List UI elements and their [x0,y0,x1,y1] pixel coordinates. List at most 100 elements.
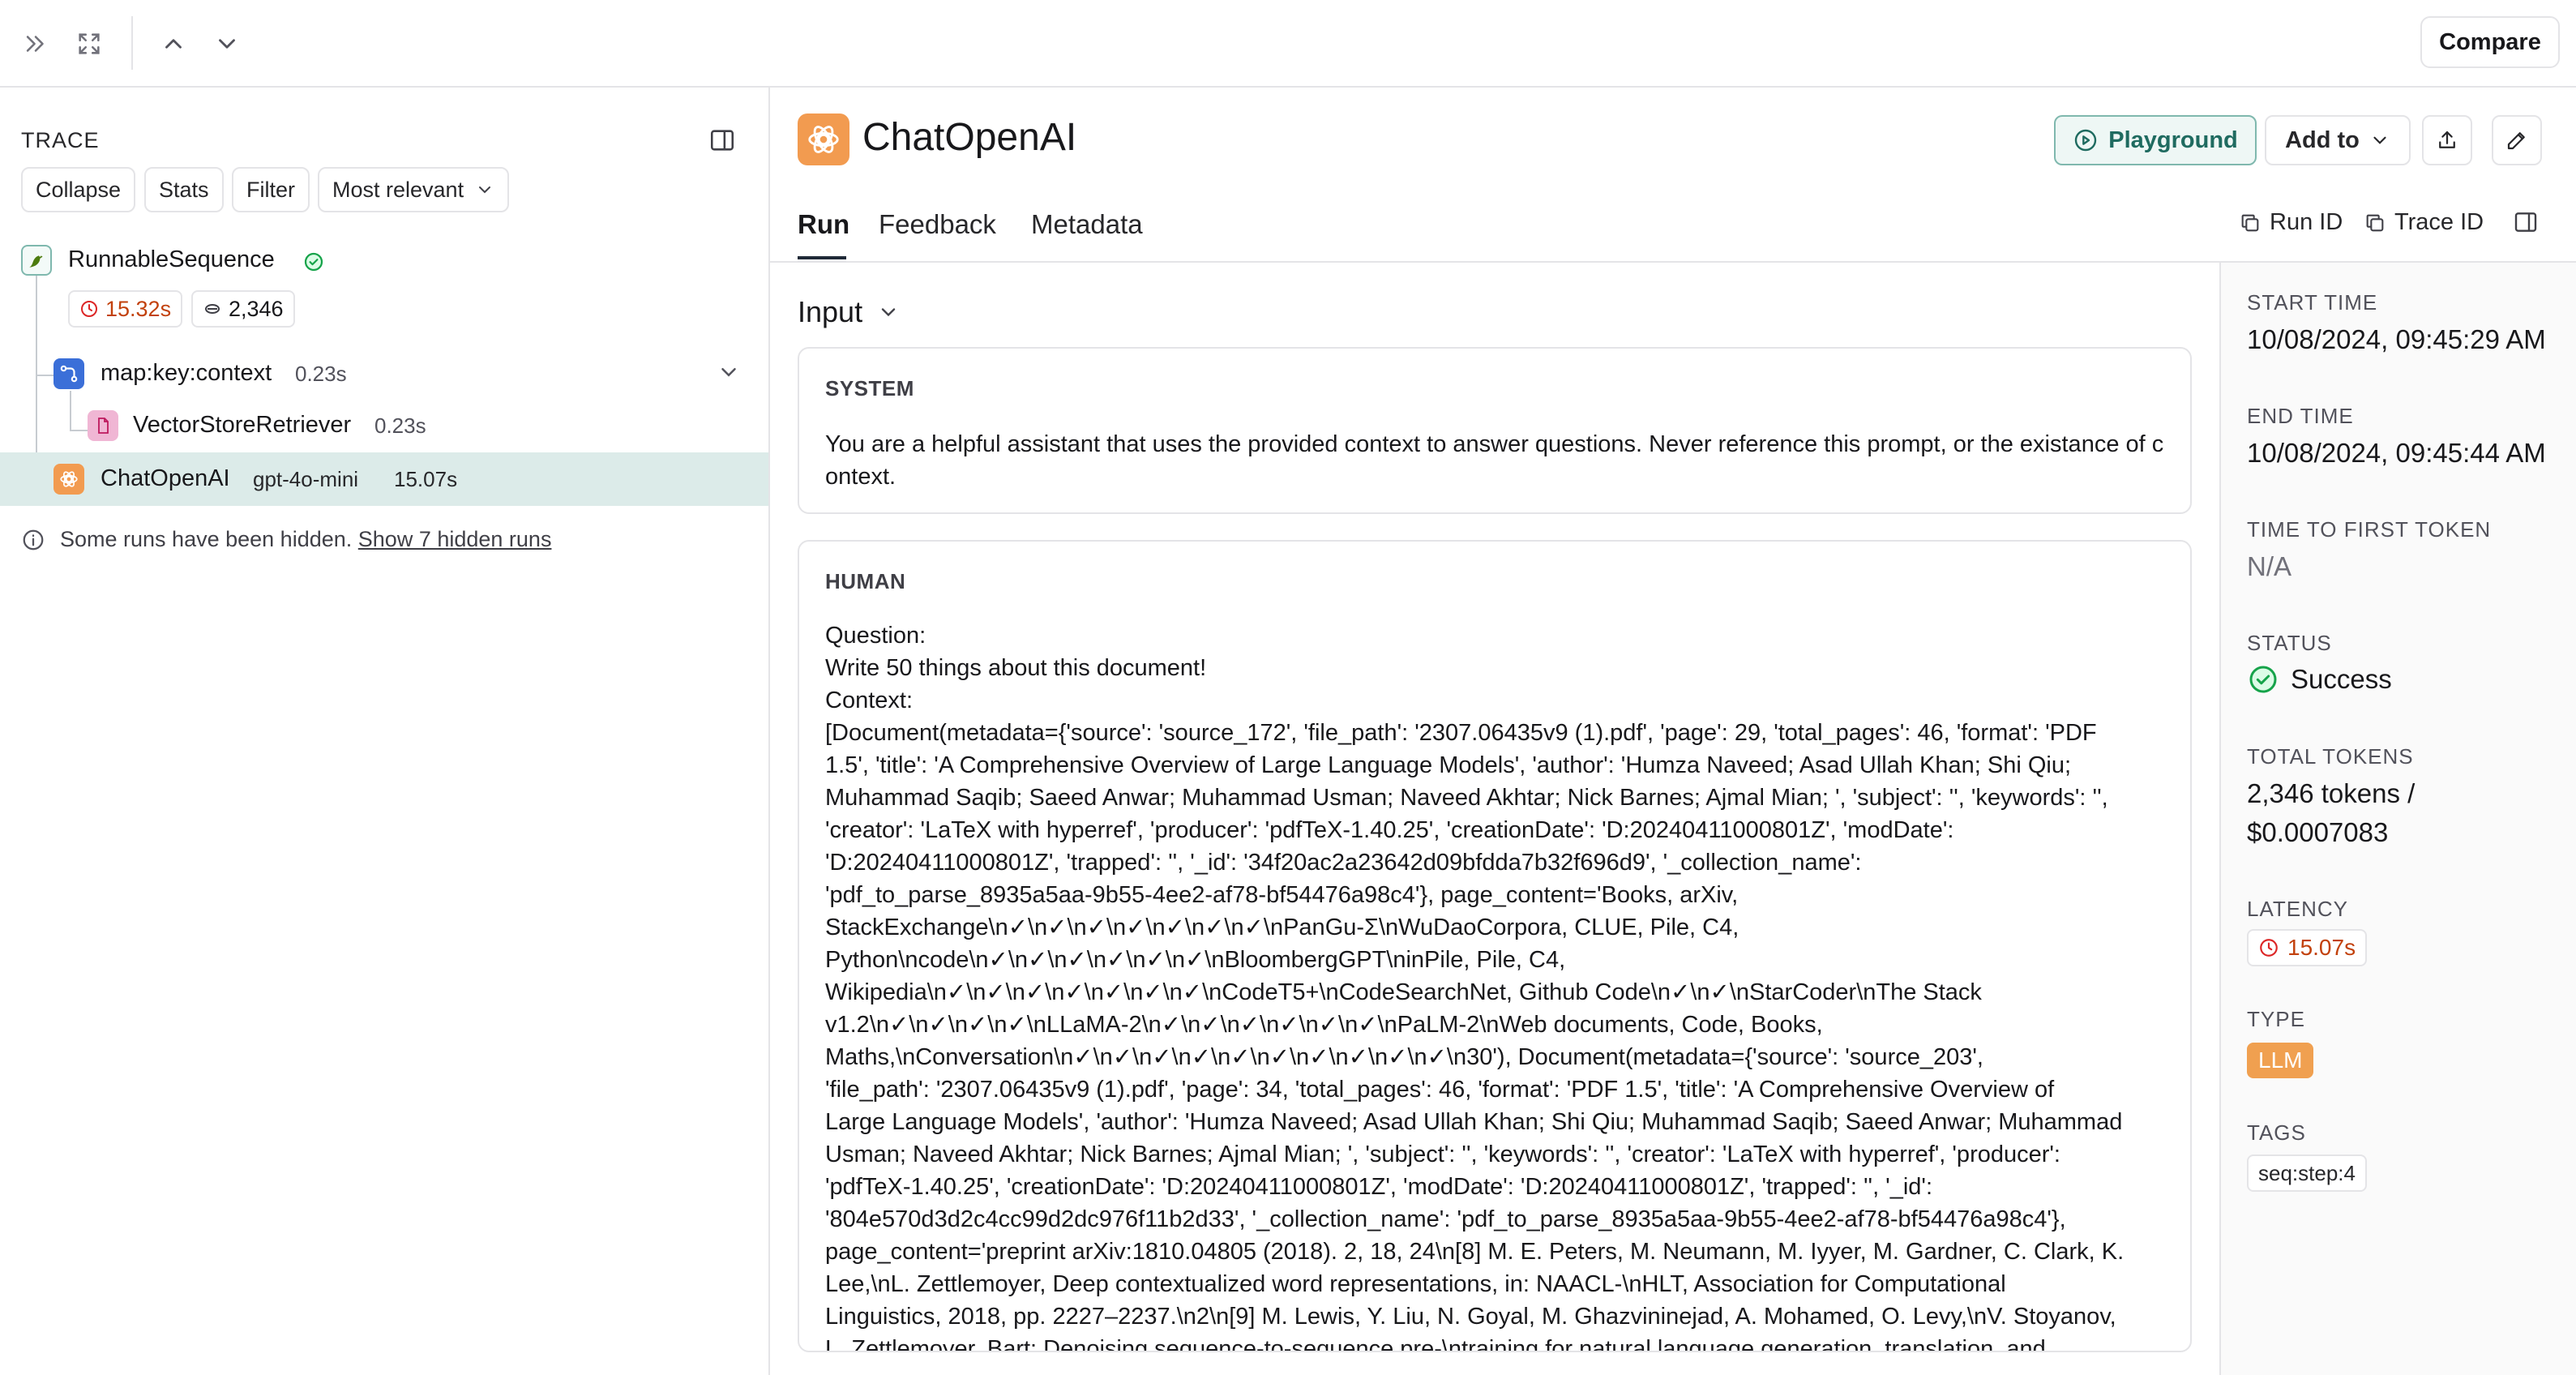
edit-button[interactable] [2492,115,2542,165]
human-message-line: 'pdfTeX-1.40.25', 'creationDate': 'D:202… [825,1174,1933,1200]
start-time-label: START TIME [2247,290,2378,315]
trace-id-label: Trace ID [2394,209,2484,235]
end-time-label: END TIME [2247,404,2354,428]
system-role-label: SYSTEM [825,376,914,401]
human-message-line: Wikipedia\n✓\n✓\n✓\n✓\n✓\n✓\n✓\nCodeT5+\… [825,979,1982,1005]
node-runnable-sequence[interactable]: RunnableSequence [68,246,275,273]
openai-logo-icon [798,114,849,165]
chevron-down-icon[interactable] [208,24,246,63]
human-message-line: Lee,\nL. Zettlemoyer, Deep contextualize… [825,1271,2006,1297]
status-text: Success [2291,664,2392,694]
system-message-card: SYSTEM You are a helpful assistant that … [798,347,2192,514]
node-latency: 15.07s [394,467,458,491]
collapse-node-chevron-icon[interactable] [717,360,741,384]
root-token-badge: 2,346 [191,290,295,328]
add-to-button[interactable]: Add to [2265,115,2411,165]
trace-title: TRACE [21,128,100,152]
human-message-line: 'pdf_to_parse_8935a5aa-9b55-4ee2-af78-bf… [825,882,1739,908]
human-message-card: HUMAN Question: Write 50 things about thi… [798,540,2192,1352]
show-hidden-runs-link[interactable]: Show 7 hidden runs [358,527,552,551]
node-model: gpt-4o-mini [253,467,359,491]
end-time-value: 10/08/2024, 09:45:44 AM [2247,438,2546,468]
tab-run[interactable]: Run [798,209,849,240]
tree-connector [70,430,88,431]
human-message-line: 'creator': 'LaTeX with hyperref', 'produ… [825,817,1954,843]
start-time-value: 10/08/2024, 09:45:29 AM [2247,324,2546,354]
tree-connector [36,375,53,376]
copy-icon [2364,212,2386,234]
stats-button[interactable]: Stats [144,167,224,212]
human-message-line: [Document(metadata={'source': 'source_17… [825,720,2097,746]
hidden-runs-text: Some runs have been hidden. [60,527,353,551]
chevron-down-icon [475,180,494,199]
collapse-button[interactable]: Collapse [21,167,136,212]
openai-icon [53,464,84,495]
ttft-label: TIME TO FIRST TOKEN [2247,517,2492,542]
latency-badge: 15.07s [2247,929,2368,966]
copy-trace-id-button[interactable]: Trace ID [2364,209,2484,236]
chevron-down-icon [2369,130,2390,151]
fullscreen-icon[interactable] [70,24,109,63]
total-tokens-label: TOTAL TOKENS [2247,744,2414,769]
total-cost-value: $0.0007083 [2247,817,2389,847]
input-title: Input [798,295,863,328]
success-check-icon [302,250,326,274]
chain-icon [21,245,52,276]
root-latency-badge: 15.32s [68,290,183,328]
chevron-up-icon[interactable] [154,24,193,63]
total-tokens-value: 2,346 tokens / [2247,778,2416,808]
human-message-line: Usman; Naveed Akhtar; Nick Barnes; Ajmal… [825,1142,2060,1167]
tab-feedback[interactable]: Feedback [879,209,996,240]
sort-select-label: Most relevant [332,177,464,202]
playground-button[interactable]: Playground [2054,115,2257,165]
human-message-line: page_content='preprint arXiv:1810.04805 … [825,1239,2125,1265]
human-message-line: 1.5', 'title': 'A Comprehensive Overview… [825,752,2072,778]
tag-badge: seq:step:4 [2247,1154,2367,1192]
tags-label: TAGS [2247,1120,2306,1145]
human-message-line: Linguistics, 2018, pp. 2227–2237.\n2\n[9… [825,1304,2116,1330]
top-bar: Compare [0,0,2576,88]
root-latency: 15.32s [105,296,172,321]
tab-metadata[interactable]: Metadata [1031,209,1143,240]
node-map-key-context[interactable]: map:key:context [101,360,272,387]
filter-button[interactable]: Filter [232,167,310,212]
human-role-label: HUMAN [825,569,906,593]
tree-connector [70,391,71,431]
compare-button[interactable]: Compare [2420,16,2560,68]
system-message-text: You are a helpful assistant that uses th… [825,431,2164,490]
map-icon [53,358,84,389]
node-latency: 0.23s [374,413,426,438]
human-message-line: L. Zettlemoyer, Bart: Denoising sequence… [825,1336,2046,1352]
document-icon [88,410,118,441]
type-badge: LLM [2247,1043,2314,1078]
expand-panel-icon[interactable] [16,24,55,63]
node-vector-store-retriever[interactable]: VectorStoreRetriever [133,412,351,439]
copy-icon [2239,212,2261,234]
human-message-line: Write 50 things about this document! [825,655,1207,681]
upload-icon [2435,128,2459,152]
run-id-label: Run ID [2270,209,2343,235]
type-label: TYPE [2247,1007,2305,1031]
hidden-runs-note: Some runs have been hidden. Show 7 hidde… [21,527,551,552]
sort-select[interactable]: Most relevant [318,167,510,212]
human-message-line: Maths,\nConversation\n✓\n✓\n✓\n✓\n✓\n✓\n… [825,1044,1983,1070]
playground-label: Playground [2108,126,2238,153]
play-icon [2073,127,2099,153]
add-to-label: Add to [2285,126,2360,153]
share-button[interactable] [2422,115,2472,165]
human-message-line: Muhammad Saqib; Saeed Anwar; Muhammad Us… [825,785,2108,811]
root-token-count: 2,346 [229,296,284,321]
copy-run-id-button[interactable]: Run ID [2239,209,2343,236]
input-section-toggle[interactable]: Input [798,295,900,329]
status-value: Success [2247,663,2392,696]
human-message-line: Large Language Models', 'author': 'Humza… [825,1109,2123,1135]
sidebar-toggle-icon[interactable] [708,126,741,159]
details-panel-toggle-icon[interactable] [2513,209,2539,235]
chevron-down-icon [877,301,900,323]
human-message-line: StackExchange\n✓\n✓\n✓\n✓\n✓\n✓\n✓\nPanG… [825,915,1739,940]
human-message-line: Python\ncode\n✓\n✓\n✓\n✓\n✓\n✓\nBloomber… [825,947,1566,973]
run-details-panel: START TIME 10/08/2024, 09:45:29 AM END T… [2219,263,2576,1375]
node-chat-openai[interactable]: ChatOpenAI [101,465,230,492]
info-icon [21,528,45,552]
human-message-text: Question: Write 50 things about this docu… [825,619,2171,1352]
